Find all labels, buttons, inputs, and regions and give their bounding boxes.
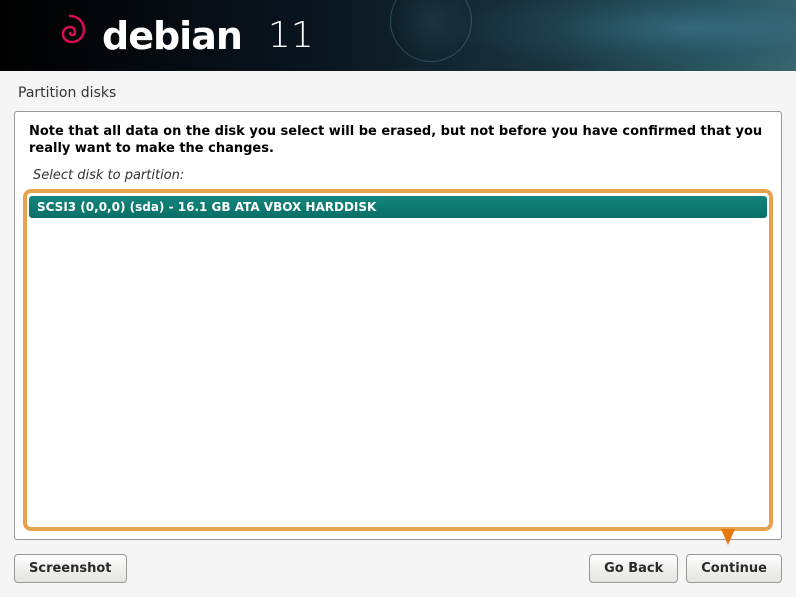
disk-item[interactable]: SCSI3 (0,0,0) (sda) - 16.1 GB ATA VBOX H… (29, 196, 767, 218)
installer-header: debian 11 (0, 0, 796, 71)
disk-list[interactable]: SCSI3 (0,0,0) (sda) - 16.1 GB ATA VBOX H… (29, 196, 767, 525)
screenshot-button[interactable]: Screenshot (14, 554, 127, 583)
button-bar-right: Go Back Continue (589, 554, 782, 583)
disk-list-highlight: SCSI3 (0,0,0) (sda) - 16.1 GB ATA VBOX H… (23, 189, 773, 531)
main-panel: Note that all data on the disk you selec… (14, 111, 782, 540)
brand-name: debian (102, 14, 242, 58)
debian-logo: debian 11 (50, 12, 314, 60)
go-back-button[interactable]: Go Back (589, 554, 678, 583)
debian-swirl-icon (50, 12, 90, 60)
page-title: Partition disks (0, 71, 796, 111)
continue-button[interactable]: Continue (686, 554, 782, 583)
content-area: Partition disks Note that all data on th… (0, 71, 796, 597)
warning-text: Note that all data on the disk you selec… (23, 120, 773, 164)
instruction-text: Select disk to partition: (23, 164, 773, 189)
brand-version: 11 (268, 15, 314, 56)
button-bar: Screenshot Go Back Continue (0, 540, 796, 597)
